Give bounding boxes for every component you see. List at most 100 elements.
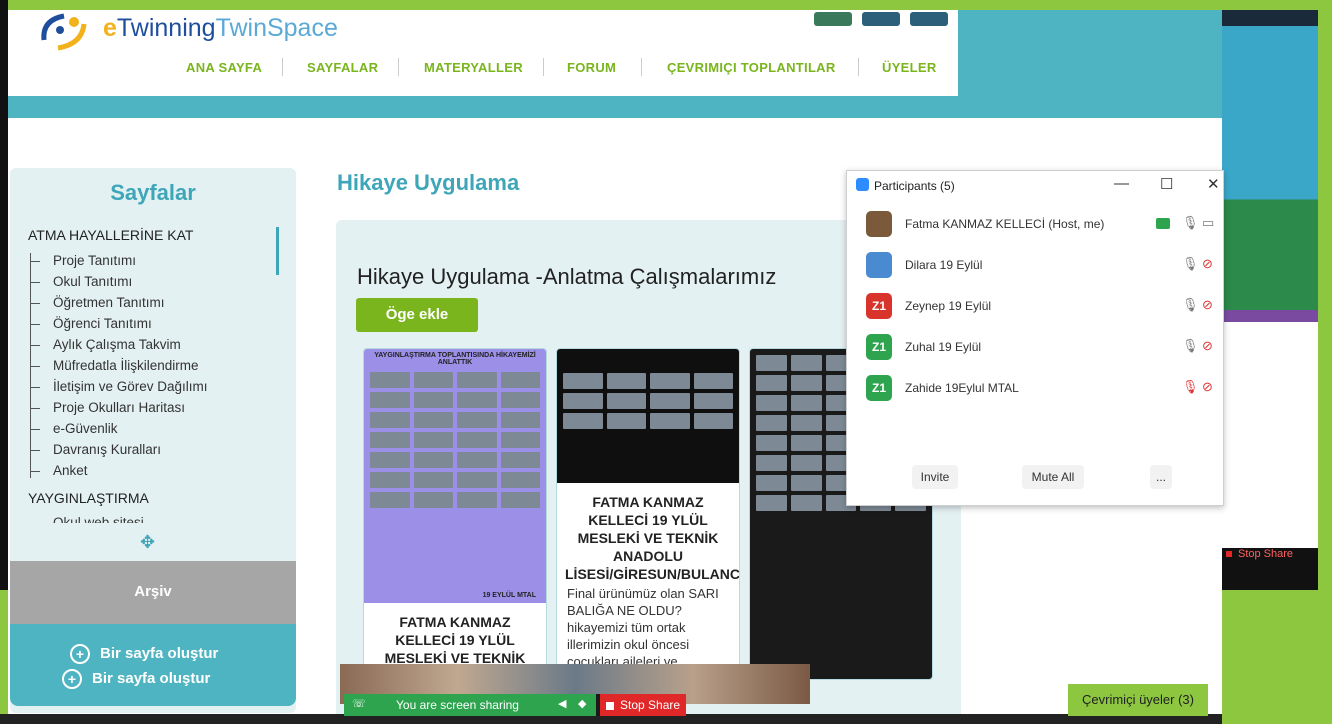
card-thumbnail: YAYGINLAŞTIRMA TOPLANTISINDA HİKAYEMİZİ … — [364, 349, 546, 603]
move-icon[interactable]: ✥ — [140, 532, 155, 553]
screenshot-collage — [364, 366, 546, 514]
tree-branch — [30, 366, 40, 367]
screen-sharing-text: You are screen sharing — [396, 698, 519, 712]
participant-row[interactable]: Z1 Zeynep 19 Eylül 🎙 ⊘ — [846, 287, 1222, 327]
participant-row[interactable]: Fatma KANMAZ KELLECİ (Host, me) 🎙 ▭ — [846, 205, 1222, 245]
nav-divider — [398, 58, 399, 76]
tree-branch — [30, 261, 40, 262]
video-off-icon[interactable]: ⊘ — [1202, 256, 1213, 272]
sidebar-item-iletisim-ve-gorev-dagilimi[interactable]: İletişim ve Görev Dağılımı — [53, 379, 208, 394]
create-page-label: Bir sayfa oluştur — [92, 669, 211, 687]
nav-divider — [543, 58, 544, 76]
stop-share-button[interactable]: Stop Share — [600, 694, 686, 716]
minimize-icon[interactable]: — — [1114, 175, 1129, 192]
tree-branch — [30, 387, 40, 388]
stop-icon — [606, 701, 614, 710]
sidebar-item-anket[interactable]: Anket — [53, 463, 88, 478]
participant-row[interactable]: Z1 Zuhal 19 Eylül 🎙 ⊘ — [846, 328, 1222, 368]
sidebar-item-e-guvenlik[interactable]: e-Güvenlik — [53, 421, 118, 436]
nav-uyeler[interactable]: ÜYELER — [882, 60, 937, 75]
content-card[interactable]: YAYGINLAŞTIRMA TOPLANTISINDA HİKAYEMİZİ … — [363, 348, 547, 680]
participant-name: Fatma KANMAZ KELLECİ (Host, me) — [905, 217, 1105, 231]
logo-twinspace: TwinSpace — [215, 14, 338, 42]
nav-ana-sayfa[interactable]: ANA SAYFA — [186, 60, 262, 75]
background-panel — [1222, 322, 1318, 552]
sidebar-item-proje-tanitimi[interactable]: Proje Tanıtımı — [53, 253, 136, 268]
phone-icon[interactable]: ☏ — [352, 697, 366, 710]
card-caption: FATMA KANMAZ KELLECİ 19 YLÜL MESLEKİ VE … — [565, 494, 740, 582]
online-users-button[interactable]: Çevrimiçi üyeler (3) — [1068, 684, 1208, 716]
tree-branch — [30, 303, 40, 304]
tree-branch — [30, 471, 40, 472]
video-off-icon[interactable]: ⊘ — [1202, 338, 1213, 354]
nav-materyaller[interactable]: MATERYALLER — [424, 60, 523, 75]
sidebar-item-aylik-calisma-takvim[interactable]: Aylık Çalışma Takvim — [53, 337, 181, 352]
sidebar-item-ogrenci-tanitimi[interactable]: Öğrenci Tanıtımı — [53, 316, 152, 331]
poster-footer: 19 EYLÜL MTAL — [482, 592, 536, 599]
create-page-button[interactable]: + Bir sayfa oluştur — [70, 644, 218, 664]
maximize-icon[interactable]: ☐ — [1160, 175, 1173, 193]
add-item-button[interactable]: Öge ekle — [356, 298, 478, 332]
avatar: Z1 — [866, 375, 892, 401]
stop-share-right-button[interactable]: Stop Share — [1222, 548, 1318, 566]
microphone-icon[interactable]: 🎙 — [1182, 215, 1199, 231]
sidebar-item-okul-web-sitesi[interactable]: Okul web sitesi — [53, 515, 144, 523]
participant-name: Zahide 19Eylul MTAL — [905, 381, 1019, 395]
shield-icon[interactable]: ◆ — [578, 697, 586, 710]
participant-row[interactable]: Z1 Zahide 19Eylul MTAL 🎙 ⊘ — [846, 369, 1222, 409]
content-card[interactable]: FATMA KANMAZ KELLECİ 19 YLÜL MESLEKİ VE … — [556, 348, 740, 680]
sidebar-section-atma-hayallerine-kat[interactable]: ATMA HAYALLERİNE KAT — [28, 227, 193, 243]
participant-row[interactable]: Dilara 19 Eylül 🎙 ⊘ — [846, 246, 1222, 286]
nav-divider — [858, 58, 859, 76]
nav-sayfalar[interactable]: SAYFALAR — [307, 60, 378, 75]
archive-label: Arşiv — [134, 583, 172, 600]
sidebar-item-mufredatla-iliskilendirme[interactable]: Müfredatla İlişkilendirme — [53, 358, 199, 373]
sidebar-item-okul-tanitimi[interactable]: Okul Tanıtımı — [53, 274, 132, 289]
sidebar-scrollbar[interactable] — [276, 227, 279, 275]
share-screen-icon — [1156, 218, 1170, 229]
tree-branch — [30, 282, 40, 283]
participant-name: Zeynep 19 Eylül — [905, 299, 992, 313]
notifications-icon[interactable] — [862, 12, 900, 26]
microphone-icon[interactable]: 🎙 — [1182, 297, 1199, 313]
create-page-panel — [10, 624, 296, 706]
content-heading: Hikaye Uygulama -Anlatma Çalışmalarımız — [357, 264, 777, 289]
sidebar-item-ogretmen-tanitimi[interactable]: Öğretmen Tanıtımı — [53, 295, 165, 310]
more-options-button[interactable]: ... — [1150, 465, 1172, 489]
create-page-label: Bir sayfa oluştur — [100, 644, 219, 662]
video-camera-icon[interactable]: ▭ — [1202, 215, 1214, 231]
tree-branch — [30, 345, 40, 346]
user-avatar-icon[interactable] — [814, 12, 852, 26]
avatar — [866, 252, 892, 278]
video-off-icon[interactable]: ⊘ — [1202, 297, 1213, 313]
invite-button[interactable]: Invite — [912, 465, 958, 489]
microphone-icon[interactable]: 🎙 — [1182, 338, 1199, 354]
screenshot-collage — [557, 349, 739, 435]
site-logo[interactable]: eTwinningTwinSpace — [103, 14, 338, 43]
participant-name: Dilara 19 Eylül — [905, 258, 983, 272]
stop-share-label: Stop Share — [620, 698, 681, 712]
sidebar-section-yayginlastirma[interactable]: YAYGINLAŞTIRMA — [28, 490, 149, 506]
participant-name: Zuhal 19 Eylül — [905, 340, 982, 354]
nav-forum[interactable]: FORUM — [567, 60, 616, 75]
video-off-icon[interactable]: ⊘ — [1202, 379, 1213, 395]
menu-icon[interactable] — [910, 12, 948, 26]
tree-branch — [30, 429, 40, 430]
microphone-icon[interactable]: 🎙 — [1182, 256, 1199, 272]
page-title: Hikaye Uygulama — [337, 170, 520, 195]
nav-divider — [641, 58, 642, 76]
etwinning-logo-icon — [41, 13, 87, 51]
close-icon[interactable]: ✕ — [1207, 175, 1220, 193]
background-image — [1222, 10, 1318, 326]
sidebar-item-proje-okullari-haritasi[interactable]: Proje Okulları Haritası — [53, 400, 185, 415]
tree-branch — [30, 450, 40, 451]
card-description: Final ürünümüz olan SARI BALIĞA NE OLDU?… — [567, 586, 719, 669]
sidebar-item-davranis-kurallari[interactable]: Davranış Kuralları — [53, 442, 161, 457]
speaker-icon[interactable]: ◀ — [558, 697, 566, 710]
create-page-button[interactable]: + Bir sayfa oluştur — [62, 669, 210, 689]
window-edge — [0, 0, 8, 590]
mute-all-button[interactable]: Mute All — [1022, 465, 1084, 489]
nav-cevrimici-toplantilar[interactable]: ÇEVRIMIÇI TOPLANTILAR — [667, 60, 836, 75]
microphone-muted-icon[interactable]: 🎙 — [1182, 379, 1199, 395]
nav-divider — [282, 58, 283, 76]
